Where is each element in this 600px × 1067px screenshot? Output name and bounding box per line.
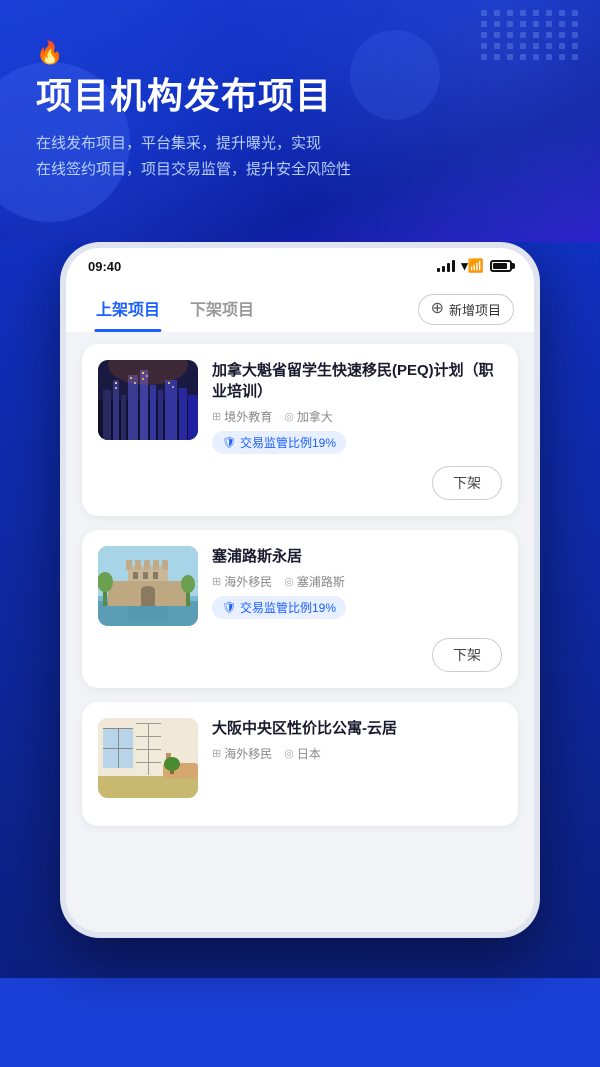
wifi-icon: ▾📶 <box>461 258 484 274</box>
card-meta: ⊞ 境外教育 ◎ 加拿大 <box>212 408 502 425</box>
meta-location: ◎ 塞浦路斯 <box>284 573 345 590</box>
tab-delisted-projects[interactable]: 下架项目 <box>180 286 264 332</box>
hero-subtitle-line1: 在线发布项目，平台集采，提升曝光，实现 <box>36 135 321 152</box>
card-info: 大阪中央区性价比公寓-云居 ⊞ 海外移民 ◎ 日本 <box>212 718 502 798</box>
card-title: 大阪中央区性价比公寓-云居 <box>212 718 502 739</box>
meta-location: ◎ 日本 <box>284 745 321 762</box>
add-project-button[interactable]: ⊕ 新增项目 <box>418 294 514 325</box>
tabs-row: 上架项目 下架项目 ⊕ 新增项目 <box>86 286 514 332</box>
card-top: 加拿大魁省留学生快速移民(PEQ)计划（职业培训） ⊞ 境外教育 ◎ 加拿大 <box>98 360 502 454</box>
project-image <box>98 718 198 798</box>
hero-flame-icon: 🔥 <box>36 40 564 66</box>
card-meta: ⊞ 海外移民 ◎ 日本 <box>212 745 502 762</box>
project-card: 加拿大魁省留学生快速移民(PEQ)计划（职业培训） ⊞ 境外教育 ◎ 加拿大 <box>82 344 518 516</box>
category-icon: ⊞ <box>212 410 221 423</box>
card-info: 加拿大魁省留学生快速移民(PEQ)计划（职业培训） ⊞ 境外教育 ◎ 加拿大 <box>212 360 502 454</box>
trade-badge: 🛡 交易监管比例19% <box>212 431 346 454</box>
card-top: 大阪中央区性价比公寓-云居 ⊞ 海外移民 ◎ 日本 <box>98 718 502 798</box>
shield-icon: 🛡 <box>222 436 236 449</box>
hero-subtitle: 在线发布项目，平台集采，提升曝光，实现 在线签约项目，项目交易监管，提升安全风险… <box>36 131 564 182</box>
status-time: 09:40 <box>88 259 121 274</box>
category-icon: ⊞ <box>212 575 221 588</box>
project-card: 大阪中央区性价比公寓-云居 ⊞ 海外移民 ◎ 日本 <box>82 702 518 826</box>
meta-category: ⊞ 海外移民 <box>212 745 272 762</box>
shield-icon: 🛡 <box>222 601 236 614</box>
card-title: 塞浦路斯永居 <box>212 546 502 567</box>
hero-section: // Will be rendered inline after JSON pa… <box>0 0 600 242</box>
card-title: 加拿大魁省留学生快速移民(PEQ)计划（职业培训） <box>212 360 502 402</box>
card-top: 塞浦路斯永居 ⊞ 海外移民 ◎ 塞浦路斯 🛡 <box>98 546 502 626</box>
card-actions: 下架 <box>98 638 502 672</box>
status-bar: 09:40 ▾📶 <box>66 248 534 280</box>
tabs-left: 上架项目 下架项目 <box>86 286 274 332</box>
trade-badge: 🛡 交易监管比例19% <box>212 596 346 619</box>
card-info: 塞浦路斯永居 ⊞ 海外移民 ◎ 塞浦路斯 🛡 <box>212 546 502 626</box>
project-card: 塞浦路斯永居 ⊞ 海外移民 ◎ 塞浦路斯 🛡 <box>82 530 518 688</box>
meta-location: ◎ 加拿大 <box>284 408 333 425</box>
card-meta: ⊞ 海外移民 ◎ 塞浦路斯 <box>212 573 502 590</box>
tab-active-projects[interactable]: 上架项目 <box>86 286 170 332</box>
hero-title: 项目机构发布项目 <box>36 74 564 117</box>
battery-icon <box>490 260 512 272</box>
phone-wrapper: 09:40 ▾📶 上架项目 <box>0 242 600 978</box>
app-header: 上架项目 下架项目 ⊕ 新增项目 <box>66 280 534 332</box>
phone-frame: 09:40 ▾📶 上架项目 <box>60 242 540 938</box>
content-area: 加拿大魁省留学生快速移民(PEQ)计划（职业培训） ⊞ 境外教育 ◎ 加拿大 <box>66 332 534 932</box>
add-icon: ⊕ <box>431 301 444 317</box>
meta-category: ⊞ 海外移民 <box>212 573 272 590</box>
delist-button[interactable]: 下架 <box>432 466 502 500</box>
category-icon: ⊞ <box>212 747 221 760</box>
status-icons: ▾📶 <box>437 258 512 274</box>
delist-button[interactable]: 下架 <box>432 638 502 672</box>
project-image <box>98 360 198 440</box>
signal-icon <box>437 260 455 272</box>
meta-category: ⊞ 境外教育 <box>212 408 272 425</box>
location-icon: ◎ <box>284 410 294 423</box>
card-actions: 下架 <box>98 466 502 500</box>
location-icon: ◎ <box>284 747 294 760</box>
hero-subtitle-line2: 在线签约项目，项目交易监管，提升安全风险性 <box>36 161 351 178</box>
project-image <box>98 546 198 626</box>
location-icon: ◎ <box>284 575 294 588</box>
